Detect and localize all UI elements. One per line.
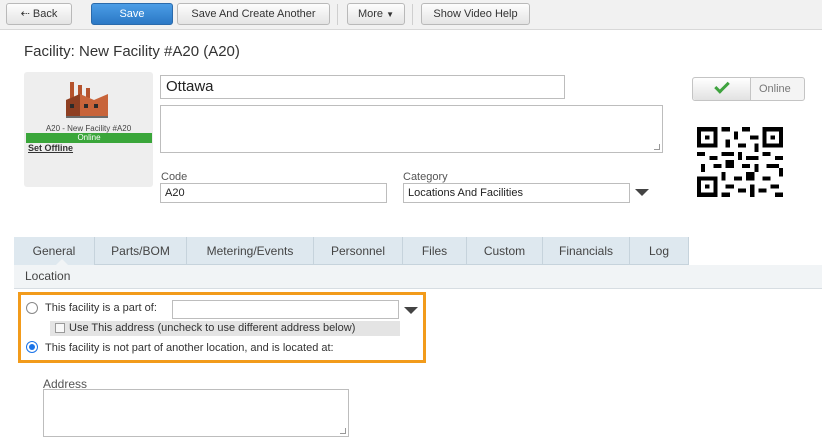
back-button[interactable]: ⇠ Back xyxy=(6,3,72,25)
resize-grip-icon[interactable] xyxy=(340,428,346,434)
part-of-radio[interactable] xyxy=(26,302,38,314)
category-dropdown-icon[interactable] xyxy=(635,189,649,196)
tab-pointer-icon xyxy=(56,259,68,265)
resize-grip-icon[interactable] xyxy=(654,144,660,150)
code-label: Code xyxy=(161,171,188,183)
tab-personnel[interactable]: Personnel xyxy=(314,237,403,265)
caret-down-icon: ▼ xyxy=(386,10,395,19)
tab-log[interactable]: Log xyxy=(630,237,689,265)
save-button[interactable]: Save xyxy=(91,3,173,25)
facility-name-input[interactable]: Ottawa xyxy=(160,75,565,99)
facility-image-caption: A20 - New Facility #A20 xyxy=(45,124,132,133)
tab-bar: General Parts/BOM Metering/Events Person… xyxy=(14,237,689,265)
code-input[interactable]: A20 xyxy=(160,183,387,203)
check-icon xyxy=(714,78,730,94)
factory-icon xyxy=(66,82,108,118)
use-address-checkbox[interactable] xyxy=(55,323,65,333)
location-section-label: Location xyxy=(25,269,71,283)
set-offline-link[interactable]: Set Offline xyxy=(28,143,73,153)
not-part-label: This facility is not part of another loc… xyxy=(45,342,334,354)
arrow-left-icon: ⇠ xyxy=(20,8,30,20)
online-status-bar: Online xyxy=(26,133,152,143)
toolbar-divider xyxy=(412,4,413,25)
toolbar-divider xyxy=(337,4,338,25)
toolbar: ⇠ Back Save Save And Create Another More… xyxy=(0,0,822,30)
facility-image-panel: A20 - New Facility #A20 Online Set Offli… xyxy=(24,72,153,187)
tab-parts-bom[interactable]: Parts/BOM xyxy=(95,237,187,265)
address-textarea[interactable] xyxy=(43,389,349,437)
online-toggle-label: Online xyxy=(759,83,791,95)
part-of-dropdown-icon[interactable] xyxy=(404,307,418,314)
more-button[interactable]: More ▼ xyxy=(347,3,405,25)
online-toggle[interactable]: Online xyxy=(692,77,805,101)
show-video-help-button[interactable]: Show Video Help xyxy=(421,3,530,25)
location-section-header: Location xyxy=(14,259,822,289)
part-of-label: This facility is a part of: xyxy=(45,302,157,314)
tab-general[interactable]: General xyxy=(14,237,95,265)
part-of-location-select[interactable] xyxy=(172,300,399,319)
use-address-row: Use This address (uncheck to use differe… xyxy=(50,321,400,336)
not-part-radio[interactable] xyxy=(26,341,38,353)
page-title: Facility: New Facility #A20 (A20) xyxy=(24,43,240,60)
category-label: Category xyxy=(403,171,448,183)
set-online-button[interactable] xyxy=(693,78,751,100)
category-select[interactable]: Locations And Facilities xyxy=(403,183,630,203)
tab-metering-events[interactable]: Metering/Events xyxy=(187,237,314,265)
tab-files[interactable]: Files xyxy=(403,237,467,265)
qr-code-image xyxy=(697,127,783,197)
tab-financials[interactable]: Financials xyxy=(543,237,630,265)
use-address-label: Use This address (uncheck to use differe… xyxy=(69,322,356,334)
save-and-create-another-button[interactable]: Save And Create Another xyxy=(177,3,330,25)
description-textarea[interactable] xyxy=(160,105,663,153)
tab-custom[interactable]: Custom xyxy=(467,237,543,265)
